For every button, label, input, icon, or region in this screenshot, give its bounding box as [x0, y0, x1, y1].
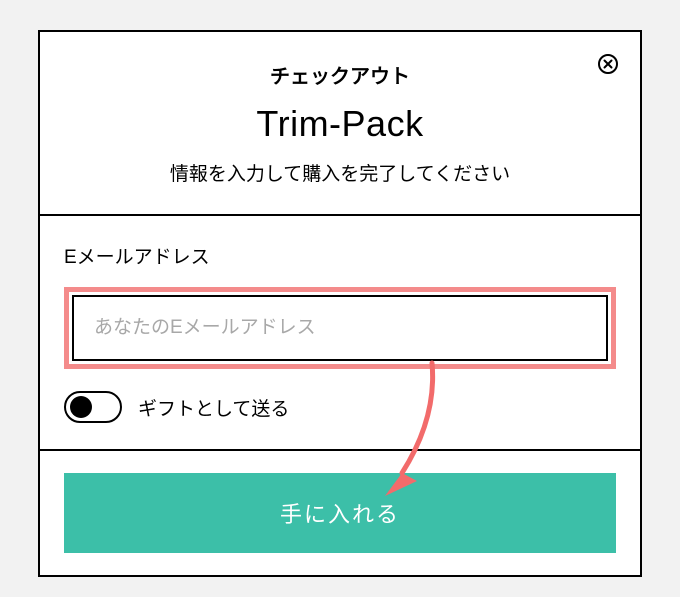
- close-icon: [598, 54, 618, 74]
- toggle-knob: [70, 396, 92, 418]
- checkout-label: チェックアウト: [60, 60, 620, 89]
- dialog-header: チェックアウト Trim-Pack 情報を入力して購入を完了してください: [40, 32, 640, 216]
- form-section: Eメールアドレス ギフトとして送る: [40, 216, 640, 451]
- email-label: Eメールアドレス: [64, 242, 616, 269]
- header-subtitle: 情報を入力して購入を完了してください: [60, 159, 620, 186]
- input-highlight-annotation: [64, 287, 616, 369]
- product-title: Trim-Pack: [60, 103, 620, 145]
- gift-toggle-label: ギフトとして送る: [138, 394, 289, 421]
- close-button[interactable]: [596, 52, 620, 76]
- gift-toggle-row: ギフトとして送る: [64, 391, 616, 423]
- email-field[interactable]: [72, 295, 608, 361]
- gift-toggle[interactable]: [64, 391, 122, 423]
- dialog-footer: 手に入れる: [40, 451, 640, 575]
- submit-button[interactable]: 手に入れる: [64, 473, 616, 553]
- checkout-dialog: チェックアウト Trim-Pack 情報を入力して購入を完了してください Eメー…: [38, 30, 642, 577]
